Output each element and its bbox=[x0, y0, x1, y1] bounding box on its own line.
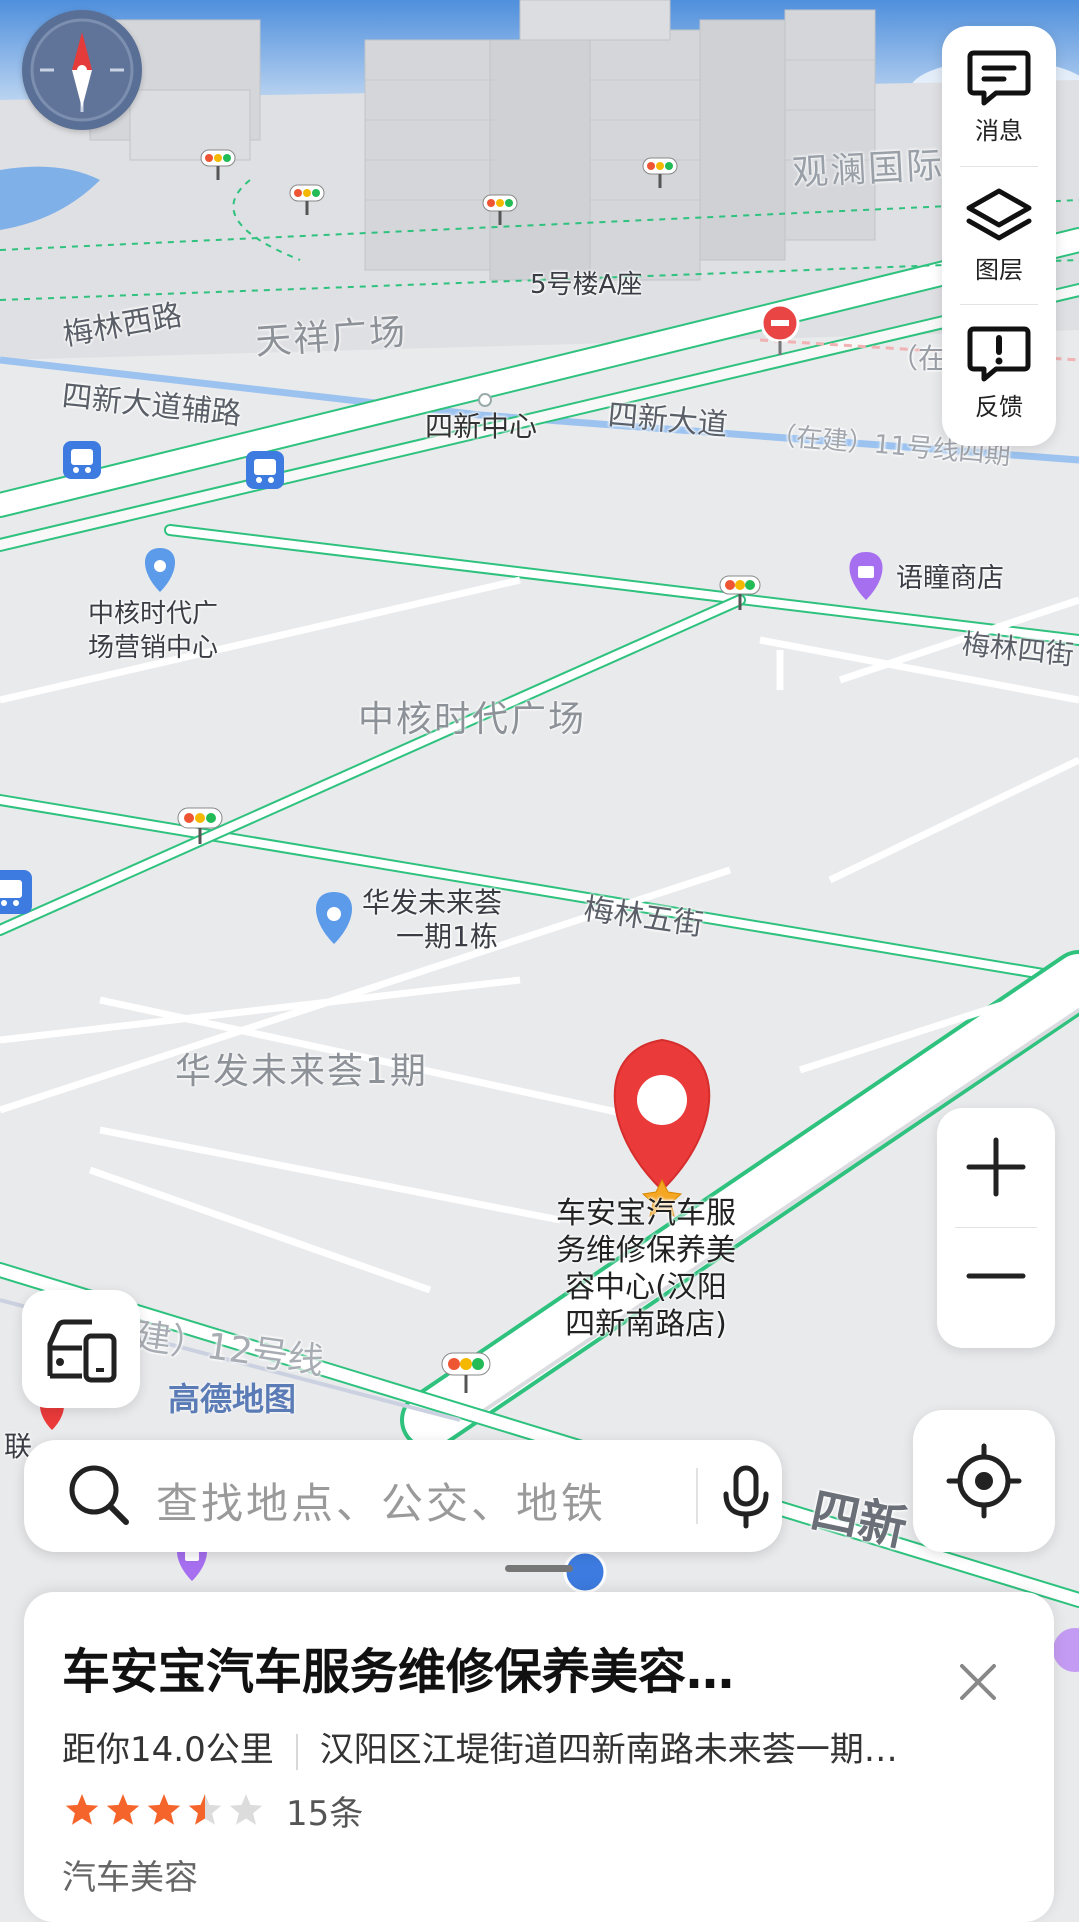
map-area-label-tianxiang: 天祥广场 bbox=[253, 311, 409, 364]
crosshair-icon bbox=[946, 1443, 1022, 1519]
compass-icon bbox=[30, 18, 134, 122]
locate-button[interactable] bbox=[913, 1410, 1055, 1552]
feedback-button[interactable]: 反馈 bbox=[942, 306, 1056, 440]
zoom-in-button[interactable] bbox=[937, 1108, 1055, 1226]
divider bbox=[960, 304, 1038, 305]
search-bar[interactable]: 查找地点、公交、地铁 bbox=[24, 1440, 782, 1552]
star-icon bbox=[106, 1793, 140, 1825]
place-distance: 距你14.0公里 bbox=[62, 1730, 274, 1770]
microphone-icon bbox=[723, 1465, 769, 1529]
layers-button[interactable]: 图层 bbox=[942, 168, 1056, 302]
feedback-label: 反馈 bbox=[975, 392, 1023, 421]
map-poi-label-huafa-building: 华发未来荟 一期1栋 bbox=[362, 886, 502, 954]
divider bbox=[696, 1468, 698, 1524]
poi-line: 中核时代广 bbox=[88, 599, 219, 629]
poi-line: 场营销中心 bbox=[88, 633, 219, 663]
map-road-label-sixin-center: 四新中心 bbox=[425, 410, 538, 443]
zoom-out-button[interactable] bbox=[937, 1228, 1055, 1346]
map-area-label-guanlan: 观澜国际 bbox=[791, 145, 946, 194]
search-icon bbox=[69, 1465, 129, 1525]
drive-mode-button[interactable] bbox=[22, 1290, 140, 1408]
search-placeholder[interactable]: 查找地点、公交、地铁 bbox=[156, 1470, 606, 1531]
layers-label: 图层 bbox=[975, 255, 1023, 284]
place-meta: 距你14.0公里 汉阳区江堤街道四新南路未来荟一期… bbox=[62, 1722, 898, 1771]
divider bbox=[960, 166, 1038, 167]
review-count[interactable]: 15条 bbox=[286, 1786, 363, 1835]
feedback-icon bbox=[967, 326, 1031, 381]
close-button[interactable] bbox=[952, 1656, 1004, 1708]
map-poi-label-building5a: 5号楼A座 bbox=[530, 270, 643, 300]
place-title[interactable]: 车安宝汽车服务维修保养美容… bbox=[62, 1632, 734, 1702]
place-card[interactable]: 车安宝汽车服务维修保养美容… 距你14.0公里 汉阳区江堤街道四新南路未来荟一期…… bbox=[24, 1592, 1054, 1922]
plus-icon bbox=[966, 1137, 1026, 1197]
poi-line: 一期1栋 bbox=[396, 920, 498, 953]
map-tools-panel: 消息 图层 反馈 bbox=[942, 26, 1056, 446]
poi-line: 车安宝汽车服 bbox=[556, 1196, 736, 1231]
zoom-control bbox=[937, 1108, 1055, 1348]
close-icon bbox=[960, 1664, 996, 1700]
place-rating: 15条 bbox=[62, 1786, 363, 1835]
divider bbox=[295, 1733, 298, 1770]
map-watermark: 高德地图 bbox=[168, 1380, 297, 1418]
poi-line: 四新南路店) bbox=[565, 1307, 727, 1342]
messages-label: 消息 bbox=[975, 116, 1023, 145]
poi-line: 容中心(汉阳 bbox=[565, 1270, 727, 1305]
star-icon bbox=[229, 1793, 263, 1825]
layers-icon bbox=[966, 188, 1032, 240]
message-icon bbox=[967, 50, 1031, 105]
compass-button[interactable] bbox=[22, 10, 142, 130]
star-icon bbox=[147, 1793, 181, 1825]
map-poi-label-zhonghe-sales: 中核时代广 场营销中心 bbox=[88, 597, 218, 665]
car-phone-icon bbox=[47, 1319, 117, 1383]
star-icon bbox=[188, 1793, 222, 1825]
map-poi-label-yutong-shop: 语瞳商店 bbox=[896, 563, 1004, 594]
poi-line: 务维修保养美 bbox=[556, 1233, 736, 1268]
map-area-label-huafa-phase1: 华发未来荟1期 bbox=[175, 1051, 428, 1092]
map-area-label-zhonghe-plaza: 中核时代广场 bbox=[358, 699, 587, 740]
map-poi-label-target: 车安宝汽车服 务维修保养美 容中心(汉阳 四新南路店) bbox=[556, 1195, 736, 1343]
voice-search-button[interactable] bbox=[710, 1460, 782, 1532]
place-address: 汉阳区江堤街道四新南路未来荟一期… bbox=[319, 1730, 898, 1770]
minus-icon bbox=[966, 1273, 1026, 1279]
poi-line: 华发未来荟 bbox=[362, 886, 503, 919]
map-road-label-under-construction-left: （在 bbox=[890, 342, 947, 375]
place-category: 汽车美容 bbox=[62, 1858, 198, 1898]
messages-button[interactable]: 消息 bbox=[942, 30, 1056, 164]
star-icon bbox=[65, 1793, 99, 1825]
rating-stars bbox=[65, 1793, 263, 1825]
